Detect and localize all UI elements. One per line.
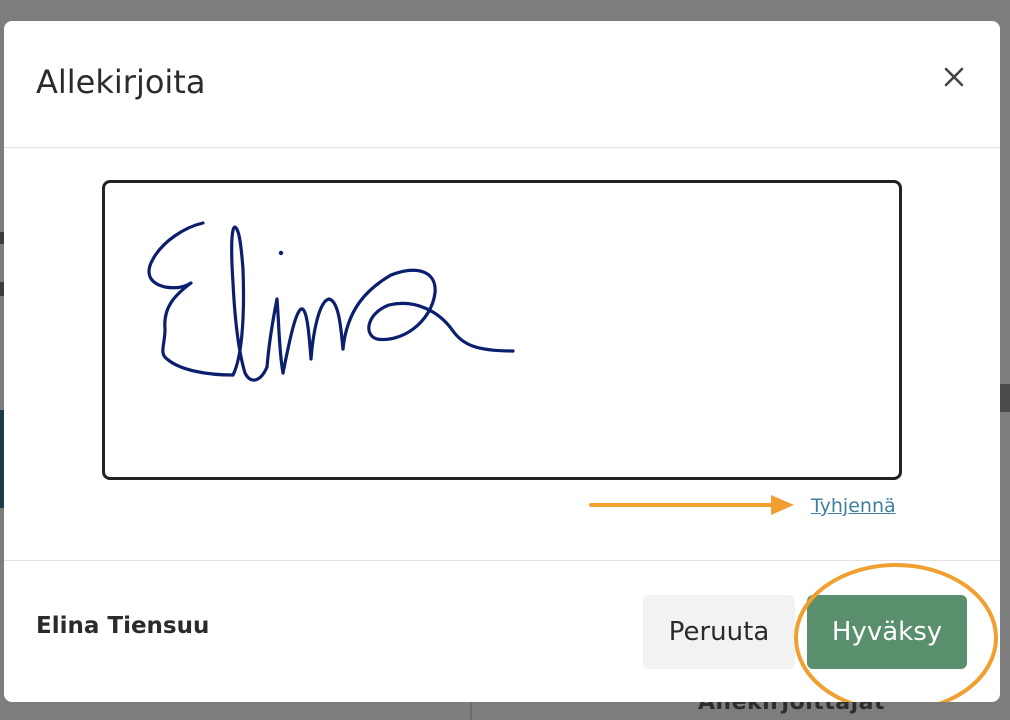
signature-pad[interactable] xyxy=(102,180,902,480)
signature-dialog: Allekirjoita Tyhjennä Elina Tiensuu Peru… xyxy=(4,21,1000,702)
clear-signature-link[interactable]: Tyhjennä xyxy=(811,495,896,517)
dialog-header: Allekirjoita xyxy=(4,21,1000,148)
signature-drawing xyxy=(147,221,515,382)
close-button[interactable] xyxy=(934,57,974,97)
background-fragment xyxy=(1000,384,1010,412)
signer-name: Elina Tiensuu xyxy=(36,613,210,639)
annotation-arrow xyxy=(589,495,794,515)
background-divider xyxy=(470,700,472,720)
dialog-footer: Elina Tiensuu Peruuta Hyväksy xyxy=(4,560,1000,702)
cancel-button[interactable]: Peruuta xyxy=(643,595,795,669)
dialog-title: Allekirjoita xyxy=(36,63,206,101)
accept-button[interactable]: Hyväksy xyxy=(807,595,967,669)
close-icon xyxy=(944,67,964,87)
